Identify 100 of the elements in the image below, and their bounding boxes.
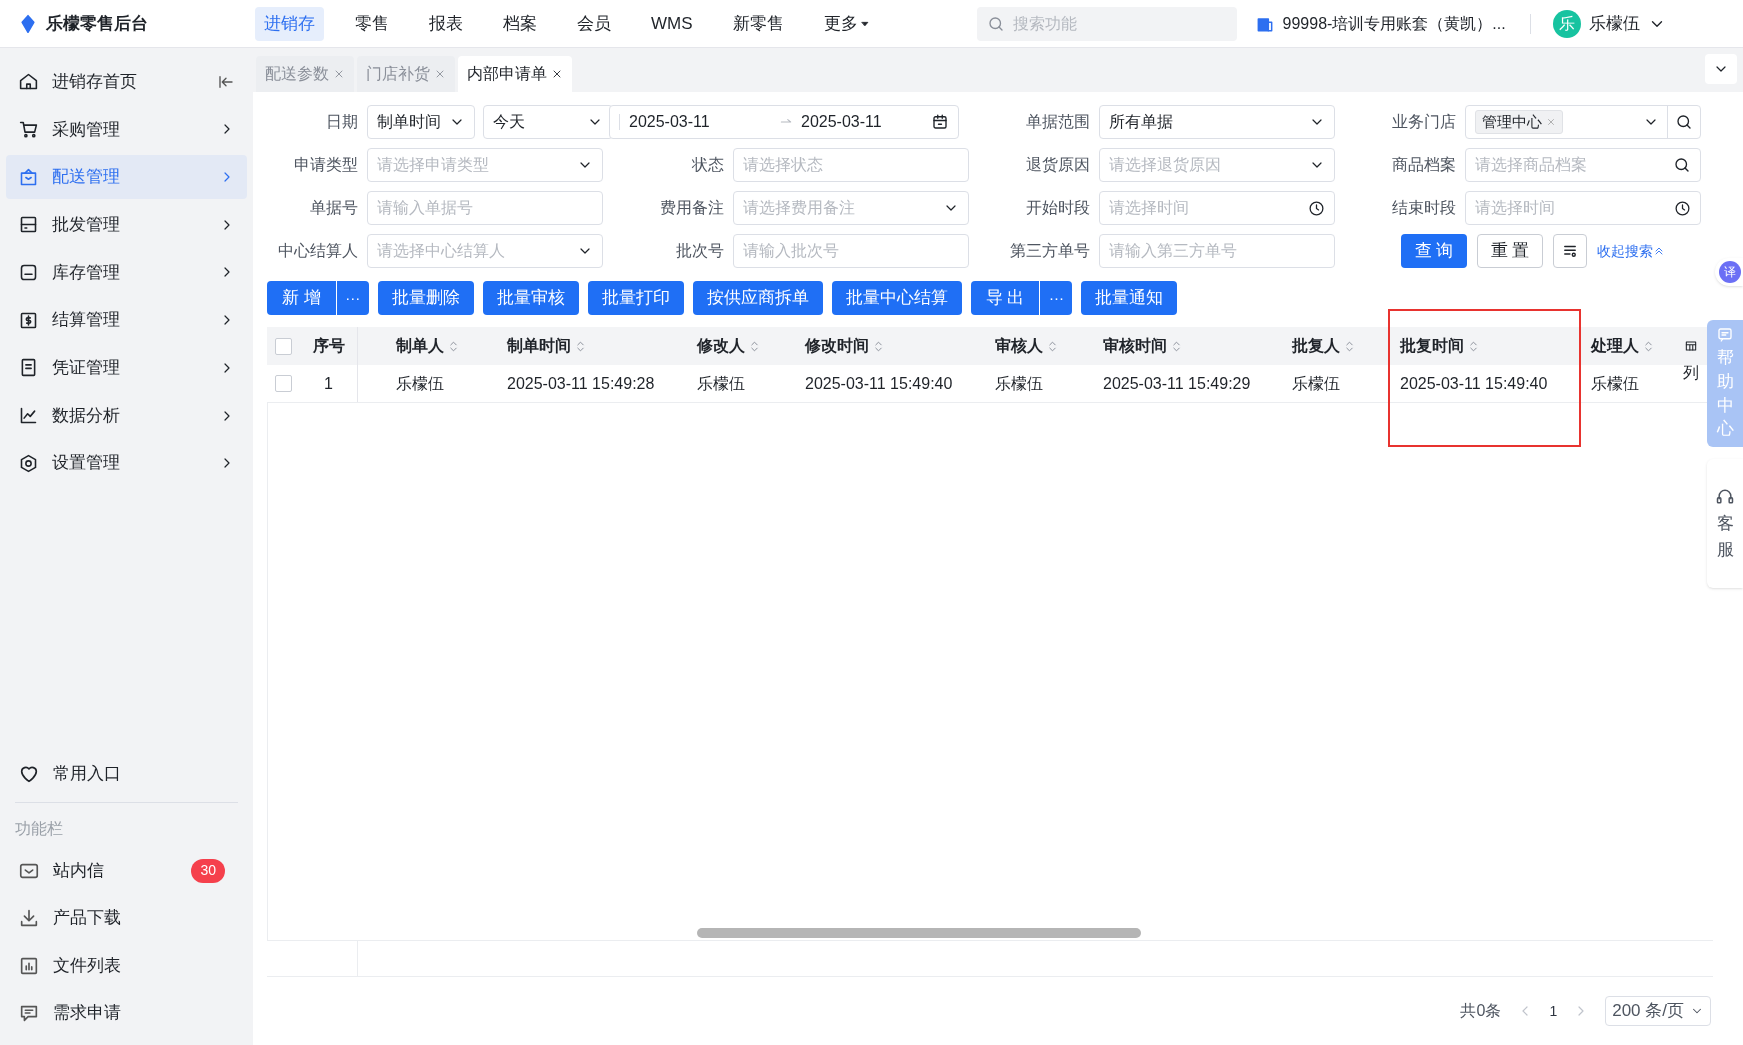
page-size-select[interactable]: 200 条/页 xyxy=(1605,996,1711,1026)
column-header[interactable]: 审核时间 xyxy=(1093,327,1282,365)
sidebar-item[interactable]: 站内信 30 xyxy=(6,848,247,893)
field-label: 状态 xyxy=(691,155,725,175)
date-range-field[interactable]: 2025-03-11 2025-03-11 xyxy=(609,105,959,139)
sort-icon[interactable] xyxy=(1467,339,1480,353)
store-tag[interactable]: 管理中心 xyxy=(1475,110,1563,134)
sort-icon[interactable] xyxy=(1343,339,1356,353)
sidebar-item[interactable]: 凭证管理 xyxy=(6,345,247,390)
toolbar-button[interactable]: 批量打印 xyxy=(587,281,684,315)
column-header[interactable]: 审核人 xyxy=(985,327,1093,365)
customer-service-button[interactable]: 客服 xyxy=(1707,459,1743,589)
list-settings-button[interactable] xyxy=(1553,234,1587,268)
nav-tab[interactable]: 零售 xyxy=(346,6,398,41)
horizontal-scrollbar[interactable] xyxy=(697,928,1141,938)
column-header[interactable]: 制单人 xyxy=(358,327,497,365)
row-checkbox[interactable] xyxy=(275,375,292,392)
nav-tab[interactable]: 进销存 xyxy=(255,6,324,41)
sidebar-item[interactable]: 批发管理 xyxy=(6,202,247,247)
chevron-up-icon xyxy=(1653,245,1665,257)
nav-tab[interactable]: 新零售 xyxy=(723,6,793,41)
search-icon[interactable] xyxy=(1675,113,1693,131)
sort-icon[interactable] xyxy=(1046,339,1059,353)
sidebar-item[interactable]: 数据分析 xyxy=(6,393,247,438)
table-cell-text: 2025-03-11 15:49:40 xyxy=(805,373,953,394)
sort-icon[interactable] xyxy=(872,339,885,353)
search-icon xyxy=(986,14,1005,33)
sidebar-item[interactable]: 需求申请 xyxy=(6,991,247,1035)
date-basis-select[interactable]: 制单时间 xyxy=(367,105,475,139)
column-header[interactable]: 批复人 xyxy=(1282,327,1390,365)
table-cell-text: 乐檬伍 xyxy=(1292,373,1340,394)
query-button[interactable]: 查 询 xyxy=(1401,234,1467,268)
tabs-menu-button[interactable] xyxy=(1705,54,1737,84)
more-button[interactable]: ··· xyxy=(1040,281,1073,315)
sort-icon[interactable] xyxy=(1642,339,1655,353)
sidebar-item[interactable]: 文件列表 xyxy=(6,943,247,988)
sidebar-item[interactable]: 进销存首页 xyxy=(6,59,247,104)
page-tab[interactable]: 内部申请单 xyxy=(458,56,572,92)
table-cell-text: 乐檬伍 xyxy=(697,373,745,394)
count-badge: 30 xyxy=(191,858,225,883)
reset-button[interactable]: 重 置 xyxy=(1477,234,1543,268)
field-label: 业务门店 xyxy=(1391,112,1457,132)
account-switcher[interactable]: 99998-培训专用账套（黄凯）... xyxy=(1254,6,1506,41)
column-header[interactable]: 修改人 xyxy=(687,327,795,365)
sidebar-item[interactable]: 设置管理 xyxy=(6,441,247,486)
select-field[interactable]: 所有单据 xyxy=(1099,105,1335,139)
app-logo-text: 乐檬零售后台 xyxy=(46,12,148,35)
select-all-checkbox[interactable] xyxy=(275,337,292,355)
favorites-item[interactable]: 常用入口 xyxy=(6,752,247,796)
select-field[interactable]: 管理中心 xyxy=(1465,105,1701,139)
nav-tab[interactable]: 更多 xyxy=(814,6,879,41)
nav-tab[interactable]: 档案 xyxy=(494,6,546,41)
column-header[interactable]: 制单时间 xyxy=(497,327,687,365)
toolbar-button[interactable]: 批量中心结算 xyxy=(831,281,962,315)
sidebar-item[interactable]: 配送管理 xyxy=(6,155,247,200)
box-icon xyxy=(18,166,39,188)
user-avatar: 乐 xyxy=(1552,9,1581,38)
field-label: 中心结算人 xyxy=(277,241,359,261)
field-label: 开始时段 xyxy=(1025,198,1091,218)
sort-icon[interactable] xyxy=(447,339,460,353)
page-number[interactable]: 1 xyxy=(1549,1000,1558,1022)
toolbar-button[interactable]: 新 增 xyxy=(267,281,336,315)
more-button[interactable]: ··· xyxy=(336,281,369,315)
table-cell-text: 2025-03-11 15:49:40 xyxy=(1400,373,1548,394)
toolbar-button[interactable]: 批量删除 xyxy=(377,281,474,315)
field-label: 退货原因 xyxy=(1025,155,1091,175)
user-name: 乐檬伍 xyxy=(1588,12,1640,35)
nav-tab[interactable]: WMS xyxy=(642,6,702,41)
total-count: 共0条 xyxy=(1460,1001,1502,1021)
sort-icon[interactable] xyxy=(748,339,761,353)
field-label: 结束时段 xyxy=(1391,198,1457,218)
search-field[interactable]: 搜索功能 xyxy=(976,6,1237,41)
sidebar-item[interactable]: 库存管理 xyxy=(6,250,247,295)
sidebar-item[interactable]: 产品下载 xyxy=(6,896,247,940)
field-label: 日期 xyxy=(325,112,359,132)
nav-tab[interactable]: 会员 xyxy=(568,6,620,41)
toolbar-button[interactable]: 批量通知 xyxy=(1081,281,1178,315)
toolbar-button[interactable]: 导 出 xyxy=(970,281,1040,315)
sort-icon[interactable] xyxy=(574,339,587,353)
field-label: 费用备注 xyxy=(659,198,725,218)
sidebar-item[interactable]: 采购管理 xyxy=(6,107,247,152)
column-header[interactable]: 批复时间 xyxy=(1390,327,1581,365)
download-icon xyxy=(18,907,40,929)
chat-icon xyxy=(1716,326,1734,344)
toolbar-button[interactable]: 按供应商拆单 xyxy=(692,281,823,315)
column-header[interactable]: 修改时间 xyxy=(795,327,985,365)
sidebar-item[interactable]: 结算管理 xyxy=(6,298,247,343)
logo-icon xyxy=(18,13,38,34)
close-icon[interactable] xyxy=(551,68,563,80)
field-label: 批次号 xyxy=(675,241,725,261)
collapse-search-link[interactable]: 收起搜索 xyxy=(1597,240,1665,262)
column-header: 序号 xyxy=(300,327,358,365)
gear-icon xyxy=(18,452,39,474)
field-label: 单据范围 xyxy=(1025,112,1091,132)
table-cell-text: 乐檬伍 xyxy=(995,373,1043,394)
nav-tab[interactable]: 报表 xyxy=(420,6,472,41)
toolbar-button[interactable]: 批量审核 xyxy=(482,281,579,315)
account-name: 99998-培训专用账套（黄凯）... xyxy=(1282,13,1506,34)
search-icon xyxy=(1673,156,1691,174)
sort-icon[interactable] xyxy=(1170,339,1183,353)
